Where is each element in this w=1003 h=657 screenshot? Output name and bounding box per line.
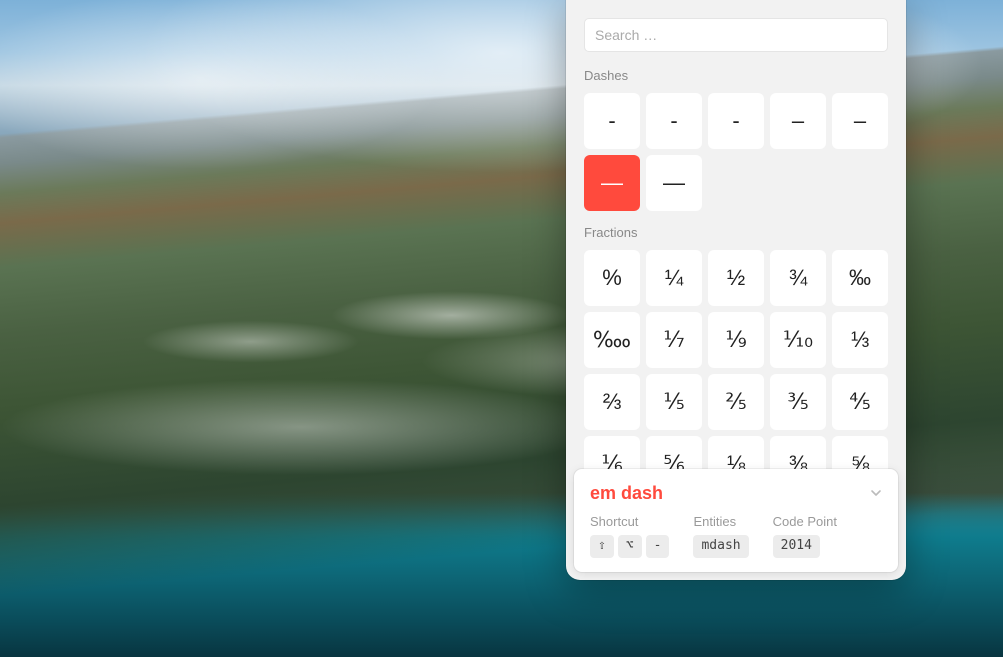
glyph-two-fifths[interactable]: ⅖ xyxy=(708,374,764,430)
detail-entities-col: Entities mdash xyxy=(693,514,748,558)
shortcut-chips: ⇧⌥- xyxy=(590,535,669,558)
detail-shortcut-col: Shortcut ⇧⌥- xyxy=(590,514,669,558)
glyph-per-ten-thousand[interactable]: ‱ xyxy=(584,312,640,368)
glyph-non-breaking-hyphen[interactable]: - xyxy=(708,93,764,149)
chevron-down-icon[interactable] xyxy=(870,486,882,502)
glyph-one-ninth[interactable]: ⅑ xyxy=(708,312,764,368)
search-input[interactable] xyxy=(584,18,888,52)
shortcut-key-chip: - xyxy=(646,535,670,558)
glyph-en-dash[interactable]: – xyxy=(770,93,826,149)
glyph-one-seventh[interactable]: ⅐ xyxy=(646,312,702,368)
detail-header[interactable]: em dash xyxy=(590,483,882,504)
detail-shortcut-label: Shortcut xyxy=(590,514,669,529)
shortcut-key-chip: ⌥ xyxy=(618,535,642,558)
glyph-hyphen-minus[interactable]: - xyxy=(584,93,640,149)
section-label-fractions: Fractions xyxy=(584,225,888,240)
detail-codepoint-label: Code Point xyxy=(773,514,837,529)
glyph-figure-dash[interactable]: – xyxy=(832,93,888,149)
glyph-one-half[interactable]: ½ xyxy=(708,250,764,306)
glyph-detail-card: em dash Shortcut ⇧⌥- Entities mdash Code… xyxy=(574,469,898,572)
detail-columns: Shortcut ⇧⌥- Entities mdash Code Point 2… xyxy=(590,514,882,558)
glyph-one-fifth[interactable]: ⅕ xyxy=(646,374,702,430)
glyph-four-fifths[interactable]: ⅘ xyxy=(832,374,888,430)
glyph-picker-panel: Dashes ---––—― Fractions %¼½¾‰‱⅐⅑⅒⅓⅔⅕⅖⅗⅘… xyxy=(566,0,906,580)
glyph-two-thirds[interactable]: ⅔ xyxy=(584,374,640,430)
glyph-hyphen[interactable]: - xyxy=(646,93,702,149)
codepoint-chips: 2014 xyxy=(773,535,837,558)
grid-dashes: ---––—― xyxy=(584,93,888,211)
detail-codepoint-col: Code Point 2014 xyxy=(773,514,837,558)
glyph-per-mille[interactable]: ‰ xyxy=(832,250,888,306)
glyph-one-tenth[interactable]: ⅒ xyxy=(770,312,826,368)
glyph-one-third[interactable]: ⅓ xyxy=(832,312,888,368)
glyph-one-quarter[interactable]: ¼ xyxy=(646,250,702,306)
shortcut-key-chip: ⇧ xyxy=(590,535,614,558)
glyph-percent[interactable]: % xyxy=(584,250,640,306)
grid-fractions: %¼½¾‰‱⅐⅑⅒⅓⅔⅕⅖⅗⅘⅙⅚⅛⅜⅝ xyxy=(584,250,888,492)
entities-chips: mdash xyxy=(693,535,748,558)
glyph-em-dash[interactable]: — xyxy=(584,155,640,211)
codepoint-chip[interactable]: 2014 xyxy=(773,535,820,558)
search-container xyxy=(566,0,906,62)
glyph-three-quarters[interactable]: ¾ xyxy=(770,250,826,306)
detail-entities-label: Entities xyxy=(693,514,748,529)
detail-title: em dash xyxy=(590,483,663,504)
entity-chip[interactable]: mdash xyxy=(693,535,748,558)
glyph-horizontal-bar[interactable]: ― xyxy=(646,155,702,211)
section-label-dashes: Dashes xyxy=(584,68,888,83)
glyph-three-fifths[interactable]: ⅗ xyxy=(770,374,826,430)
